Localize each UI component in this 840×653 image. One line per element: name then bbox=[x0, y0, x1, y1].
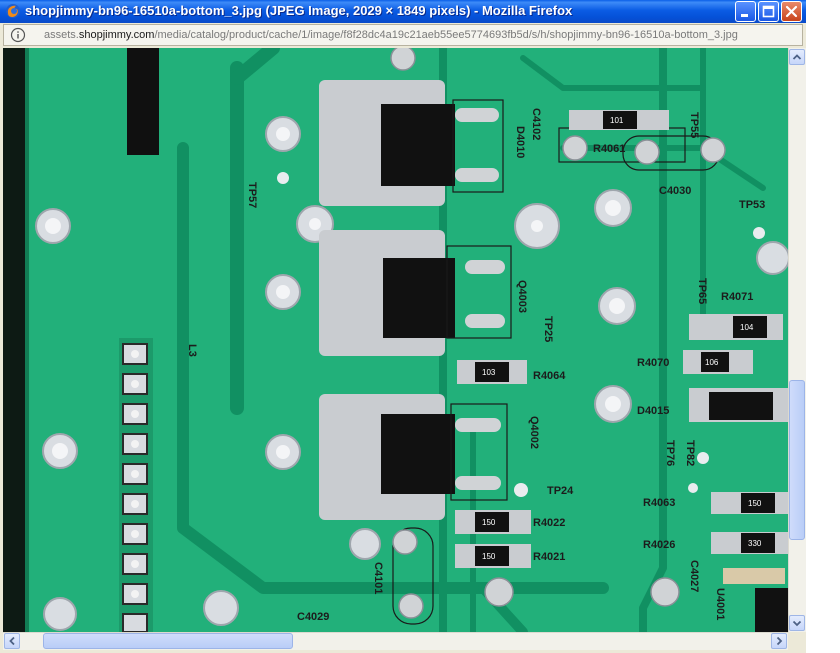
label-tp24: TP24 bbox=[547, 485, 574, 497]
label-c4029: C4029 bbox=[297, 611, 329, 623]
resistor-r4021: 150 bbox=[455, 544, 531, 568]
firefox-icon bbox=[6, 4, 20, 18]
resistor-r4064: 103 bbox=[457, 360, 527, 384]
label-tp57: TP57 bbox=[246, 182, 258, 208]
label-r4061: R4061 bbox=[593, 143, 625, 155]
chevron-up-icon bbox=[792, 54, 802, 60]
chip-code-101: 101 bbox=[610, 116, 624, 125]
label-tp25: TP25 bbox=[542, 316, 554, 342]
resistor-r4061: 101 bbox=[569, 110, 669, 130]
chip-code-150a: 150 bbox=[482, 518, 496, 527]
chevron-left-icon bbox=[9, 636, 15, 646]
label-l3: L3 bbox=[186, 344, 198, 357]
label-r4021: R4021 bbox=[533, 551, 565, 563]
url-host: shopjimmy.com bbox=[78, 29, 155, 41]
title-bar[interactable]: shopjimmy-bn96-16510a-bottom_3.jpg (JPEG… bbox=[0, 0, 806, 23]
label-r4063: R4063 bbox=[643, 497, 675, 509]
resistor-r4071: 104 bbox=[689, 314, 783, 340]
scroll-up-button[interactable] bbox=[789, 49, 805, 65]
label-r4064: R4064 bbox=[533, 370, 566, 382]
horizontal-scroll-thumb[interactable] bbox=[43, 633, 293, 649]
resistor-r4022: 150 bbox=[455, 510, 531, 534]
pin-header bbox=[119, 338, 153, 632]
image-viewport[interactable]: 103 150 150 101 104 106 150 330 TP57 L3 … bbox=[3, 48, 788, 632]
diode-d4015 bbox=[689, 388, 788, 422]
label-tp65: TP65 bbox=[696, 278, 708, 304]
chip-code-330: 330 bbox=[748, 539, 762, 548]
resistor-r4063: 150 bbox=[711, 492, 788, 514]
scroll-right-button[interactable] bbox=[771, 633, 787, 649]
chip-code-103: 103 bbox=[482, 368, 496, 377]
url-prefix: assets. bbox=[44, 29, 79, 41]
label-q4003: Q4003 bbox=[516, 280, 528, 313]
label-c4101: C4101 bbox=[372, 562, 384, 594]
site-info-icon[interactable] bbox=[10, 27, 26, 43]
scrollbar-corner bbox=[788, 632, 805, 649]
label-d4010: D4010 bbox=[514, 126, 526, 158]
label-tp53: TP53 bbox=[739, 199, 765, 211]
close-button[interactable] bbox=[781, 1, 802, 22]
resistor-r4070: 106 bbox=[683, 350, 753, 374]
label-q4002: Q4002 bbox=[528, 416, 540, 449]
label-r4071: R4071 bbox=[721, 291, 753, 303]
browser-window: shopjimmy-bn96-16510a-bottom_3.jpg (JPEG… bbox=[0, 0, 806, 653]
chip-code-104: 104 bbox=[740, 323, 754, 332]
address-bar[interactable]: assets.shopjimmy.com/media/catalog/produ… bbox=[3, 24, 803, 46]
chip-code-150b: 150 bbox=[482, 552, 496, 561]
pcb-image: 103 150 150 101 104 106 150 330 TP57 L3 … bbox=[3, 48, 788, 632]
label-tp82: TP82 bbox=[684, 440, 696, 466]
resistor-r4026: 330 bbox=[711, 532, 788, 554]
label-c4027: C4027 bbox=[688, 560, 700, 592]
vertical-scrollbar[interactable] bbox=[788, 48, 806, 632]
horizontal-scrollbar[interactable] bbox=[3, 632, 788, 650]
label-r4070: R4070 bbox=[637, 357, 669, 369]
label-tp76: TP76 bbox=[664, 440, 676, 466]
label-d4015: D4015 bbox=[637, 405, 669, 417]
maximize-button[interactable] bbox=[758, 1, 779, 22]
chevron-down-icon bbox=[792, 620, 802, 627]
chip-code-106: 106 bbox=[705, 358, 719, 367]
window-title: shopjimmy-bn96-16510a-bottom_3.jpg (JPEG… bbox=[25, 3, 573, 18]
label-u4001: U4001 bbox=[714, 588, 726, 620]
scroll-left-button[interactable] bbox=[4, 633, 20, 649]
minimize-icon bbox=[741, 14, 748, 17]
label-r4026: R4026 bbox=[643, 539, 675, 551]
label-c4102: C4102 bbox=[530, 108, 542, 140]
chip-code-150c: 150 bbox=[748, 499, 762, 508]
url-text[interactable]: assets.shopjimmy.com/media/catalog/produ… bbox=[44, 29, 738, 41]
label-c4030: C4030 bbox=[659, 185, 691, 197]
url-path: /media/catalog/product/cache/1/image/f8f… bbox=[154, 29, 738, 41]
scroll-down-button[interactable] bbox=[789, 615, 805, 631]
minimize-button[interactable] bbox=[735, 1, 756, 22]
label-r4022: R4022 bbox=[533, 517, 565, 529]
label-tp55: TP55 bbox=[688, 112, 700, 138]
maximize-icon bbox=[762, 5, 775, 18]
close-icon bbox=[785, 5, 798, 18]
chevron-right-icon bbox=[776, 636, 783, 646]
vertical-scroll-thumb[interactable] bbox=[789, 380, 805, 540]
